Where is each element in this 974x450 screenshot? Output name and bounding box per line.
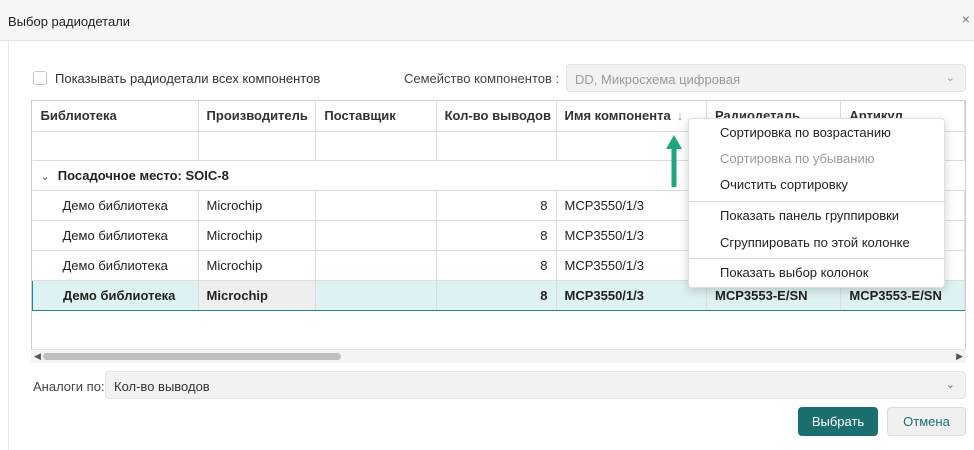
scroll-left-icon[interactable]: ◀: [34, 351, 41, 362]
component-family-select[interactable]: DD, Микросхема цифровая ⌄: [566, 64, 966, 92]
up-arrow-icon: [666, 135, 682, 187]
menu-item-sort-descending: Сортировка по убыванию: [720, 151, 875, 166]
close-icon[interactable]: ×: [960, 11, 972, 27]
cell-supplier: [315, 190, 437, 221]
cell-component: MCP3550/1/3: [556, 279, 708, 311]
analogs-select[interactable]: Кол-во выводов ⌄: [105, 371, 966, 399]
filter-cell[interactable]: [556, 131, 708, 161]
menu-item-show-column-chooser[interactable]: Показать выбор колонок: [689, 260, 946, 286]
cell-component: MCP3550/1/3: [556, 220, 708, 251]
menu-item-sort-ascending[interactable]: Сортировка по возрастанию: [689, 120, 946, 146]
component-family-label: Семейство компонентов :: [404, 71, 560, 86]
horizontal-scrollbar[interactable]: ◀ ▶: [31, 349, 966, 363]
cell-supplier: [315, 279, 437, 311]
checkbox-box[interactable]: [33, 71, 47, 85]
analogs-label: Аналоги по:: [33, 379, 105, 394]
dialog-title: Выбор радиодетали: [8, 14, 131, 29]
chevron-down-icon: ⌄: [945, 72, 955, 84]
group-label: Посадочное место: SOIC-8: [57, 167, 229, 183]
cell-pins: 8: [436, 250, 557, 281]
cell-component: MCP3550/1/3: [556, 250, 708, 281]
cell-library: Демо библиотека: [32, 250, 199, 281]
chevron-down-icon: ⌄: [945, 379, 955, 391]
cell-pins: 8: [436, 279, 557, 311]
cell-supplier: [315, 250, 437, 281]
analogs-value: Кол-во выводов: [114, 379, 210, 394]
dialog-titlebar: Выбор радиодетали ×: [0, 0, 974, 41]
column-header-pins[interactable]: Кол-во выводов: [436, 101, 557, 132]
component-family-value: DD, Микросхема цифровая: [575, 72, 740, 87]
column-header-component-name[interactable]: Имя компонента ↓: [556, 101, 708, 132]
cell-component: MCP3550/1/3: [556, 190, 708, 221]
filter-cell[interactable]: [436, 131, 557, 161]
menu-item-show-group-panel[interactable]: Показать панель группировки: [689, 203, 946, 229]
select-part-dialog: Выбор радиодетали × Показывать радиодета…: [0, 0, 974, 450]
dialog-left-border: [8, 41, 9, 450]
select-button[interactable]: Выбрать: [798, 407, 878, 436]
column-header-supplier[interactable]: Поставщик: [315, 101, 437, 132]
column-header-manufacturer[interactable]: Производитель: [198, 101, 317, 132]
cell-pins: 8: [436, 220, 557, 251]
column-context-menu: Сортировка по возрастанию Сортировка по …: [688, 118, 946, 288]
menu-item-group-by-column[interactable]: Сгруппировать по этой колонке: [689, 230, 946, 256]
cancel-button[interactable]: Отмена: [887, 407, 966, 436]
show-all-components-label: Показывать радиодетали всех компонентов: [55, 70, 321, 86]
scroll-right-icon[interactable]: ▶: [956, 351, 963, 362]
column-header-library[interactable]: Библиотека: [32, 101, 199, 132]
chevron-down-icon[interactable]: ⌄: [41, 171, 50, 183]
filter-cell[interactable]: [315, 131, 437, 161]
menu-item-clear-sort[interactable]: Очистить сортировку: [689, 172, 946, 198]
column-header-component-name-label: Имя компонента: [564, 108, 671, 124]
cell-library: Демо библиотека: [32, 220, 199, 251]
cell-pins: 8: [436, 190, 557, 221]
menu-separator: [689, 258, 946, 259]
cell-manufacturer: Microchip: [198, 250, 317, 281]
scrollbar-thumb[interactable]: [43, 353, 341, 360]
arrow-down-icon[interactable]: ↓: [677, 108, 684, 123]
filter-cell[interactable]: [198, 131, 317, 161]
menu-separator: [689, 201, 946, 202]
show-all-components-checkbox[interactable]: Показывать радиодетали всех компонентов: [33, 68, 320, 88]
cell-manufacturer: Microchip: [198, 190, 317, 221]
cell-manufacturer: Microchip: [198, 279, 317, 311]
cell-manufacturer: Microchip: [198, 220, 317, 251]
cell-library: Демо библиотека: [32, 190, 199, 221]
filter-cell[interactable]: [32, 131, 199, 161]
cell-supplier: [315, 220, 437, 251]
cell-library: Демо библиотека: [32, 279, 199, 311]
